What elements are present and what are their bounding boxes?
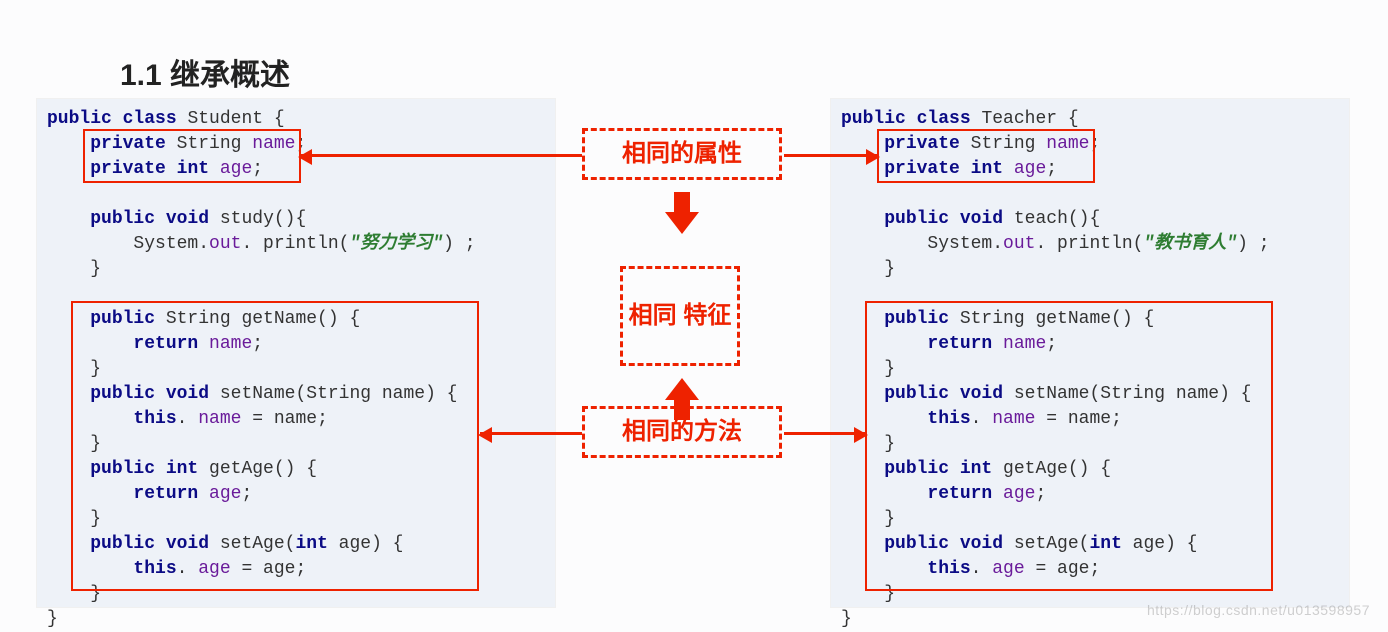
arrow-right-attr <box>784 154 878 157</box>
arrow-right-meth <box>784 432 866 435</box>
call-println: . println( <box>241 234 349 254</box>
class-name-teacher: Teacher <box>981 109 1057 129</box>
method-teach: teach <box>1014 209 1068 229</box>
string-literal: "努力学习" <box>349 234 443 254</box>
field-age: age <box>1014 159 1046 179</box>
label-same-features: 相同 特征 <box>620 266 740 366</box>
kw-private: private <box>90 159 166 179</box>
section-heading: 1.1 继承概述 <box>120 50 290 94</box>
code-panel-teacher: public class Teacher { private String na… <box>830 98 1350 608</box>
ident-out: out <box>1003 234 1035 254</box>
type-string: String <box>177 134 242 154</box>
arrow-down-icon <box>665 192 699 244</box>
class-name-student: Student <box>187 109 263 129</box>
type-string: String <box>971 134 1036 154</box>
kw-public-void: public void <box>884 209 1003 229</box>
type-int: int <box>971 159 1003 179</box>
label-same-attributes: 相同的属性 <box>582 128 782 180</box>
kw-private: private <box>884 159 960 179</box>
paren-semicolon: ) ; <box>443 234 475 254</box>
arrow-up-icon <box>665 368 699 420</box>
kw-public-class: public class <box>47 109 177 129</box>
call-println: . println( <box>1035 234 1143 254</box>
paren-semicolon: ) ; <box>1237 234 1269 254</box>
arrow-left-attr <box>300 154 582 157</box>
watermark-text: https://blog.csdn.net/u013598957 <box>1147 602 1370 618</box>
ident-out: out <box>209 234 241 254</box>
field-age: age <box>220 159 252 179</box>
code-panel-student: public class Student { private String na… <box>36 98 556 608</box>
kw-public-void: public void <box>90 209 209 229</box>
ident-system: System. <box>927 234 1003 254</box>
field-name: name <box>252 134 295 154</box>
arrow-left-meth <box>480 432 582 435</box>
field-name: name <box>1046 134 1089 154</box>
type-int: int <box>177 159 209 179</box>
kw-private: private <box>884 134 960 154</box>
code-block-teacher: public class Teacher { private String na… <box>841 107 1339 632</box>
kw-private: private <box>90 134 166 154</box>
string-literal: "教书育人" <box>1143 234 1237 254</box>
code-block-student: public class Student { private String na… <box>47 107 545 632</box>
ident-system: System. <box>133 234 209 254</box>
kw-public-class: public class <box>841 109 971 129</box>
method-study: study <box>220 209 274 229</box>
